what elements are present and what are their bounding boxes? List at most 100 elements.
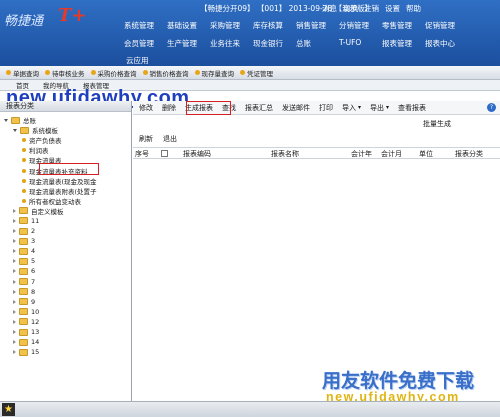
dropdown-caret-icon: ▾ (358, 104, 362, 111)
tree-folder[interactable]: 自定义模板 (0, 206, 131, 216)
tree-folder[interactable]: 系统模板 (0, 125, 131, 135)
quick-item[interactable]: 销售价格查询 (142, 68, 189, 78)
menu-item[interactable]: 库存核算 (253, 20, 296, 31)
collapsed-arrow-icon[interactable] (13, 330, 16, 335)
highlight-box (186, 101, 231, 115)
expanded-arrow-icon[interactable] (13, 128, 17, 132)
tree-folder[interactable]: 3 (0, 236, 131, 246)
tree-label: 8 (31, 287, 36, 296)
batch-generate-button[interactable]: 批量生成 (423, 119, 451, 129)
help-link[interactable]: 帮助 (406, 3, 421, 14)
collapsed-arrow-icon[interactable] (13, 208, 16, 213)
collapsed-arrow-icon[interactable] (13, 340, 16, 345)
refresh-button[interactable]: 刷新 (139, 134, 153, 144)
collapsed-arrow-icon[interactable] (13, 309, 16, 314)
menu-item[interactable]: 现金银行 (253, 38, 296, 49)
tree-item[interactable]: 所有者权益变动表 (0, 196, 131, 206)
menu-item[interactable]: 促销管理 (425, 20, 468, 31)
star-icon[interactable]: ★ (2, 403, 15, 416)
tree-label: 13 (31, 328, 40, 337)
tree-folder[interactable]: 2 (0, 226, 131, 236)
tree-item[interactable]: 现金流量表附表(处置子 (0, 186, 131, 196)
quick-item[interactable]: 采购价格查询 (90, 68, 137, 78)
toolbar-button[interactable]: 查看报表 (398, 103, 426, 113)
select-all-checkbox[interactable] (161, 150, 168, 157)
quick-item[interactable]: 待审核业务 (45, 68, 85, 78)
tree-item[interactable]: 现金流量表(现金及现金 (0, 176, 131, 186)
menu-item[interactable]: 报表管理 (382, 38, 425, 49)
panel-title: 报表分类 (0, 101, 131, 112)
tree-folder[interactable]: 7 (0, 277, 131, 287)
expanded-arrow-icon[interactable] (4, 118, 8, 122)
tree-folder[interactable]: 14 (0, 337, 131, 347)
exit-button[interactable]: 退出 (163, 134, 177, 144)
menu-item[interactable]: 销售管理 (296, 20, 339, 31)
settings-link[interactable]: 设置 (385, 3, 400, 14)
collapsed-arrow-icon[interactable] (13, 229, 16, 234)
tree-folder[interactable]: 11 (0, 216, 131, 226)
tree-label: 所有者权益变动表 (29, 197, 81, 206)
collapsed-arrow-icon[interactable] (13, 259, 16, 264)
collapsed-arrow-icon[interactable] (13, 299, 16, 304)
folder-icon (11, 116, 20, 124)
tree-label: 自定义模板 (31, 207, 64, 216)
folder-icon (19, 278, 28, 286)
message-link[interactable]: 消息 (322, 3, 337, 14)
tree-folder[interactable]: 9 (0, 297, 131, 307)
menu-item[interactable]: T-UFO (339, 38, 382, 49)
collapsed-arrow-icon[interactable] (13, 350, 16, 355)
tree-folder[interactable]: 8 (0, 287, 131, 297)
folder-icon (19, 338, 28, 346)
tree-folder[interactable]: 5 (0, 256, 131, 266)
column-header: 单位 (419, 150, 433, 158)
switch-link[interactable]: 切换 (343, 3, 358, 14)
menu-item[interactable]: 业务往来 (210, 38, 253, 49)
app-logo-mark: T+ (58, 5, 87, 26)
collapsed-arrow-icon[interactable] (13, 269, 16, 274)
tree-label: 3 (31, 237, 36, 246)
collapsed-arrow-icon[interactable] (13, 289, 16, 294)
collapsed-arrow-icon[interactable] (13, 249, 16, 254)
menu-item[interactable]: 生产管理 (167, 38, 210, 49)
menu-item[interactable]: 总账 (296, 38, 339, 49)
main-menu-row-3: 云应用 (126, 55, 169, 66)
help-icon[interactable]: ? (487, 103, 496, 112)
quick-item[interactable]: 凭证管理 (240, 68, 273, 78)
menu-item[interactable]: 分销管理 (339, 20, 382, 31)
menu-item[interactable]: 零售管理 (382, 20, 425, 31)
tree-label: 现金流量表附表(处置子 (29, 187, 97, 196)
menu-item[interactable]: 系统管理 (124, 20, 167, 31)
toolbar-button[interactable]: 修改 (139, 103, 153, 113)
menu-item[interactable]: 报表中心 (425, 38, 468, 49)
toolbar-button[interactable]: 打印 (319, 103, 333, 113)
header-actions: 消息 切换 注销 设置 帮助 (322, 3, 421, 14)
menu-item[interactable]: 云应用 (126, 55, 169, 66)
folder-icon (19, 207, 28, 215)
tree-label: 14 (31, 338, 40, 347)
menu-item[interactable]: 采购管理 (210, 20, 253, 31)
menu-item[interactable]: 基础设置 (167, 20, 210, 31)
toolbar-button[interactable]: 导出 ▾ (370, 103, 389, 113)
collapsed-arrow-icon[interactable] (13, 279, 16, 284)
tree-folder[interactable]: 总账 (0, 115, 131, 125)
menu-item[interactable]: 会员管理 (124, 38, 167, 49)
collapsed-arrow-icon[interactable] (13, 218, 16, 223)
logout-link[interactable]: 注销 (364, 3, 379, 14)
collapsed-arrow-icon[interactable] (13, 239, 16, 244)
tree-folder[interactable]: 13 (0, 327, 131, 337)
tree-item[interactable]: 利润表 (0, 145, 131, 155)
tree-folder[interactable]: 6 (0, 266, 131, 276)
tree-item[interactable]: 资产负债表 (0, 135, 131, 145)
quick-item[interactable]: 单据查询 (6, 68, 39, 78)
quick-item[interactable]: 现存量查询 (194, 68, 234, 78)
tree-folder[interactable]: 12 (0, 317, 131, 327)
toolbar-button[interactable]: 删除 (162, 103, 176, 113)
collapsed-arrow-icon[interactable] (13, 319, 16, 324)
tree-folder[interactable]: 4 (0, 246, 131, 256)
toolbar-button[interactable]: 导入 ▾ (342, 103, 361, 113)
toolbar-button[interactable]: 发送邮件 (282, 103, 310, 113)
tree-folder[interactable]: 15 (0, 347, 131, 357)
tree-folder[interactable]: 10 (0, 307, 131, 317)
toolbar-button[interactable]: 报表汇总 (245, 103, 273, 113)
report-icon (22, 178, 26, 183)
